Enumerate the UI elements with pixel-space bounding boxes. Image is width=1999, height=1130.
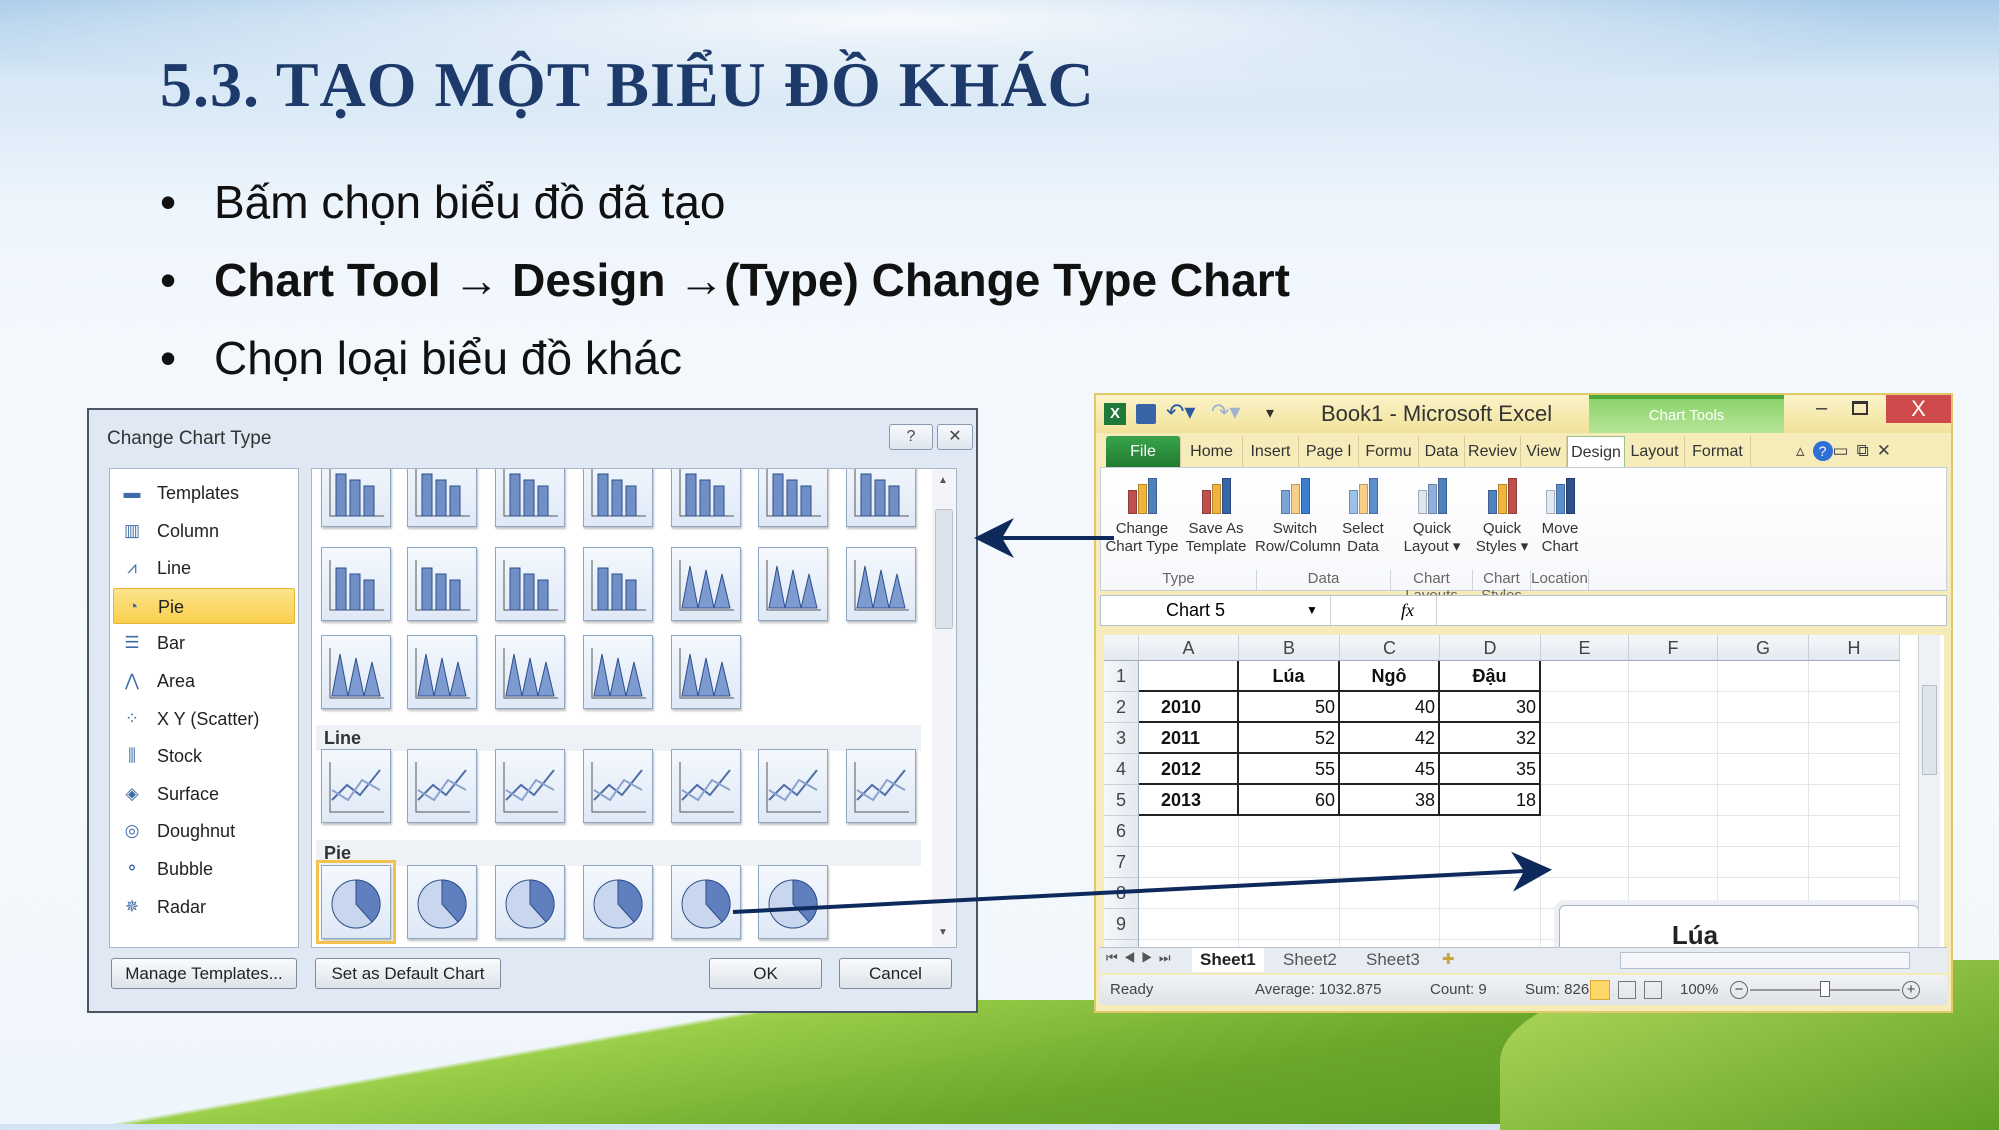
annotation-arrows [732, 518, 1552, 914]
arrow-to-chart [732, 851, 1552, 914]
